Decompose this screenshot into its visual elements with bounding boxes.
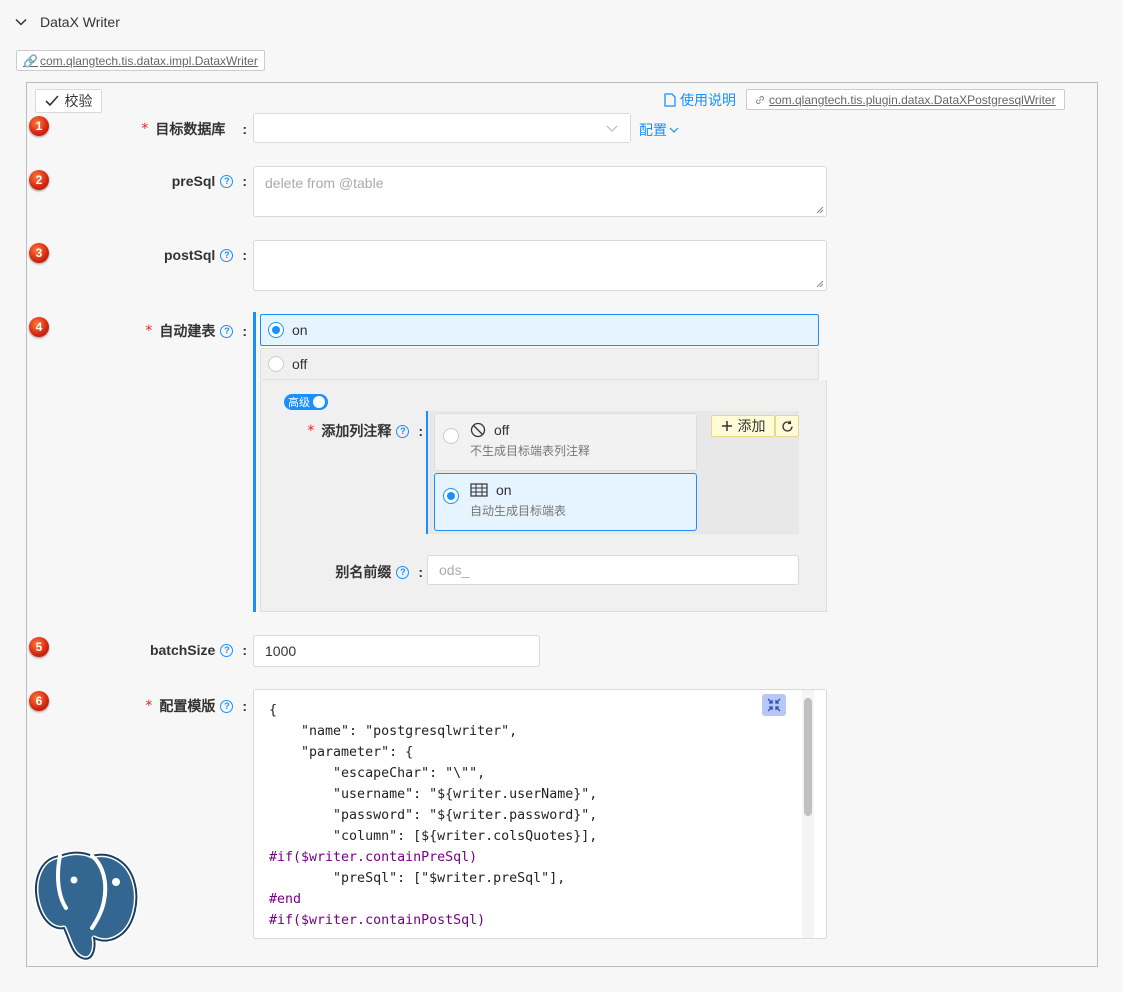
selection-bar xyxy=(253,312,256,612)
code-content[interactable]: { "name": "postgresqlwriter", "parameter… xyxy=(254,690,826,931)
postsql-textarea[interactable] xyxy=(253,240,827,291)
code-line: "username": "${writer.userName}", xyxy=(269,787,598,802)
chevron-down-icon xyxy=(606,125,618,132)
add-comment-label: * 添加列注释 ? : xyxy=(307,423,423,439)
resize-handle-icon[interactable] xyxy=(816,206,824,214)
alias-prefix-label: 别名前缀 ? : xyxy=(335,564,423,580)
document-icon xyxy=(664,93,676,107)
doc-link[interactable]: 使用说明 xyxy=(664,90,736,110)
help-icon[interactable]: ? xyxy=(396,424,410,438)
add-button[interactable]: 添加 xyxy=(711,415,775,437)
step-badge: 1 xyxy=(29,116,49,136)
target-db-label: * 目标数据库 : xyxy=(141,121,247,137)
step-badge: 3 xyxy=(29,243,49,263)
postsql-label: postSql ? : xyxy=(163,247,247,263)
section-header[interactable]: DataX Writer xyxy=(14,14,120,30)
help-icon[interactable]: ? xyxy=(220,699,234,713)
help-icon[interactable]: ? xyxy=(220,324,234,338)
chevron-down-icon[interactable] xyxy=(14,15,28,29)
step-badge: 4 xyxy=(29,317,49,337)
alias-prefix-input[interactable]: ods_ xyxy=(427,555,799,585)
template-label: * 配置模版 ? : xyxy=(145,698,247,714)
code-line: #if($writer.containPostSql) xyxy=(269,913,486,928)
auto-create-option-off[interactable]: off xyxy=(260,348,819,380)
ban-icon xyxy=(470,422,486,438)
step-badge: 5 xyxy=(29,637,49,657)
code-line: "escapeChar": "\"", xyxy=(269,766,486,781)
table-icon xyxy=(470,483,488,497)
resize-handle-icon[interactable] xyxy=(816,280,824,288)
step-badge: 2 xyxy=(29,170,49,190)
plus-icon xyxy=(721,421,732,431)
selection-bar xyxy=(426,411,428,534)
help-icon[interactable]: ? xyxy=(220,643,234,657)
plugin-class-tag[interactable]: com.qlangtech.tis.plugin.datax.DataXPost… xyxy=(746,89,1065,110)
presql-textarea[interactable]: delete from @table xyxy=(253,166,827,217)
help-icon[interactable]: ? xyxy=(220,174,234,188)
chevron-down-icon xyxy=(669,127,679,133)
verify-button[interactable]: 校验 xyxy=(35,89,102,113)
scrollbar-thumb[interactable] xyxy=(804,698,812,816)
radio-checked-icon[interactable] xyxy=(443,488,459,504)
template-code-editor[interactable]: { "name": "postgresqlwriter", "parameter… xyxy=(253,689,827,939)
batch-size-label: batchSize ? : xyxy=(149,642,247,658)
code-line: "name": "postgresqlwriter", xyxy=(269,724,518,739)
link-icon: 🔗 xyxy=(23,53,38,68)
radio-checked-icon[interactable] xyxy=(268,322,284,338)
doc-label: 使用说明 xyxy=(680,92,736,108)
presql-label: preSql ? : xyxy=(171,173,247,189)
toggle-knob xyxy=(313,396,325,408)
fullscreen-button[interactable] xyxy=(762,694,786,716)
add-comment-option-on[interactable]: on 自动生成目标端表 xyxy=(434,473,697,531)
auto-create-option-on[interactable]: on xyxy=(260,314,819,346)
section-title: DataX Writer xyxy=(40,14,120,30)
postgresql-logo xyxy=(33,850,139,962)
help-icon[interactable]: ? xyxy=(220,248,234,262)
step-badge: 6 xyxy=(29,691,49,711)
class-name-text: com.qlangtech.tis.datax.impl.DataxWriter xyxy=(39,53,258,68)
link-icon xyxy=(756,95,764,104)
target-db-select[interactable] xyxy=(253,113,631,143)
batch-size-input[interactable]: 1000 xyxy=(253,635,540,667)
help-icon[interactable]: ? xyxy=(396,565,410,579)
code-line: "preSql": ["$writer.preSql"], xyxy=(269,871,566,886)
add-comment-option-off[interactable]: off 不生成目标端表列注释 xyxy=(434,413,697,471)
plugin-class-text: com.qlangtech.tis.plugin.datax.DataXPost… xyxy=(769,92,1056,107)
verify-label: 校验 xyxy=(64,93,93,109)
advanced-toggle[interactable]: 高级 xyxy=(284,394,328,410)
code-line: { xyxy=(269,703,278,718)
code-line: "column": [${writer.colsQuotes}], xyxy=(269,829,598,844)
config-dropdown-link[interactable]: 配置 xyxy=(639,120,679,140)
refresh-button[interactable] xyxy=(775,415,799,437)
code-line: "password": "${writer.password}", xyxy=(269,808,598,823)
class-name-tag[interactable]: 🔗 com.qlangtech.tis.datax.impl.DataxWrit… xyxy=(16,50,265,71)
code-line: "parameter": { xyxy=(269,745,414,760)
radio-unchecked-icon[interactable] xyxy=(268,356,284,372)
refresh-icon xyxy=(781,420,793,432)
auto-create-label: * 自动建表 ? : xyxy=(145,323,247,339)
check-icon xyxy=(44,95,59,107)
code-line: #end xyxy=(269,892,302,907)
radio-unchecked-icon[interactable] xyxy=(443,428,459,444)
collapse-icon xyxy=(767,698,781,712)
code-line: #if($writer.containPreSql) xyxy=(269,850,478,865)
